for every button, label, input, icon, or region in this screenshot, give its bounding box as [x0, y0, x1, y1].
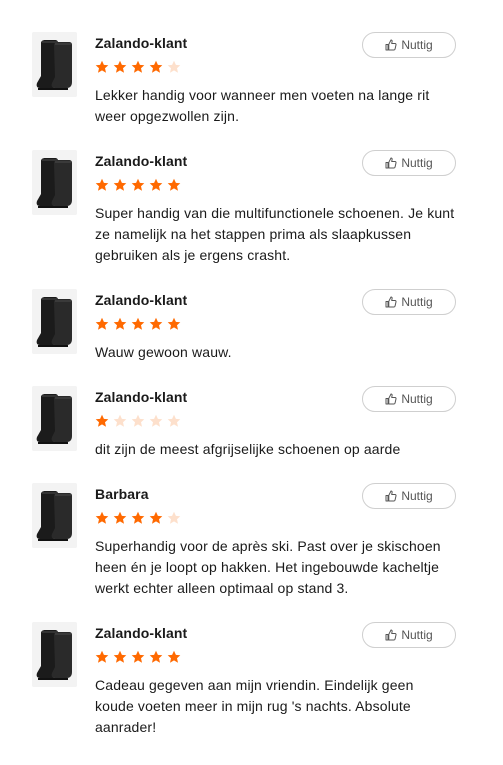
star-empty-icon: [149, 414, 163, 428]
star-rating: [95, 511, 181, 525]
thumbs-up-icon: [385, 629, 397, 641]
helpful-label: Nuttig: [401, 392, 433, 406]
star-filled-icon: [113, 178, 127, 192]
review-author: Barbara: [95, 486, 149, 502]
star-filled-icon: [131, 511, 145, 525]
review-text: dit zijn de meest afgrijselijke schoenen…: [95, 441, 401, 457]
helpful-label: Nuttig: [401, 628, 433, 642]
review-text: Cadeau gegeven aan mijn vriendin. Eindel…: [95, 677, 414, 735]
star-filled-icon: [95, 317, 109, 331]
star-filled-icon: [149, 317, 163, 331]
star-filled-icon: [149, 511, 163, 525]
star-filled-icon: [131, 317, 145, 331]
star-empty-icon: [167, 511, 181, 525]
review-author: Zalando-klant: [95, 292, 188, 308]
thumbs-up-icon: [385, 296, 397, 308]
review-text: Wauw gewoon wauw.: [95, 344, 232, 360]
star-rating: [95, 178, 181, 192]
star-empty-icon: [113, 414, 127, 428]
helpful-label: Nuttig: [401, 295, 433, 309]
review-text: Superhandig voor de après ski. Past over…: [95, 538, 441, 596]
product-thumbnail: [32, 386, 77, 451]
star-filled-icon: [95, 650, 109, 664]
product-thumbnail: [32, 622, 77, 687]
product-thumbnail: [32, 289, 77, 354]
helpful-button[interactable]: Nuttig: [362, 483, 456, 509]
review-text: Lekker handig voor wanneer men voeten na…: [95, 87, 430, 124]
star-empty-icon: [167, 60, 181, 74]
star-filled-icon: [167, 317, 181, 331]
star-filled-icon: [95, 60, 109, 74]
thumbs-up-icon: [385, 39, 397, 51]
star-filled-icon: [149, 60, 163, 74]
review-author: Zalando-klant: [95, 153, 188, 169]
helpful-button[interactable]: Nuttig: [362, 32, 456, 58]
product-thumbnail: [32, 483, 77, 548]
thumbs-up-icon: [385, 490, 397, 502]
helpful-button[interactable]: Nuttig: [362, 622, 456, 648]
star-filled-icon: [131, 650, 145, 664]
star-empty-icon: [131, 414, 145, 428]
star-filled-icon: [167, 650, 181, 664]
helpful-label: Nuttig: [401, 489, 433, 503]
star-filled-icon: [95, 414, 109, 428]
star-filled-icon: [131, 178, 145, 192]
helpful-button[interactable]: Nuttig: [362, 386, 456, 412]
star-filled-icon: [149, 178, 163, 192]
star-empty-icon: [167, 414, 181, 428]
review-author: Zalando-klant: [95, 625, 188, 641]
thumbs-up-icon: [385, 393, 397, 405]
review-author: Zalando-klant: [95, 389, 188, 405]
star-filled-icon: [95, 178, 109, 192]
star-filled-icon: [149, 650, 163, 664]
review-text: Super handig van die multifunctionele sc…: [95, 205, 455, 263]
helpful-button[interactable]: Nuttig: [362, 150, 456, 176]
star-filled-icon: [113, 60, 127, 74]
star-filled-icon: [113, 650, 127, 664]
thumbs-up-icon: [385, 157, 397, 169]
star-rating: [95, 317, 181, 331]
review-author: Zalando-klant: [95, 35, 188, 51]
star-filled-icon: [131, 60, 145, 74]
product-thumbnail: [32, 150, 77, 215]
star-filled-icon: [113, 511, 127, 525]
star-filled-icon: [95, 511, 109, 525]
helpful-label: Nuttig: [401, 38, 433, 52]
star-rating: [95, 650, 181, 664]
star-rating: [95, 414, 181, 428]
product-thumbnail: [32, 32, 77, 97]
star-rating: [95, 60, 181, 74]
helpful-button[interactable]: Nuttig: [362, 289, 456, 315]
star-filled-icon: [113, 317, 127, 331]
star-filled-icon: [167, 178, 181, 192]
helpful-label: Nuttig: [401, 156, 433, 170]
